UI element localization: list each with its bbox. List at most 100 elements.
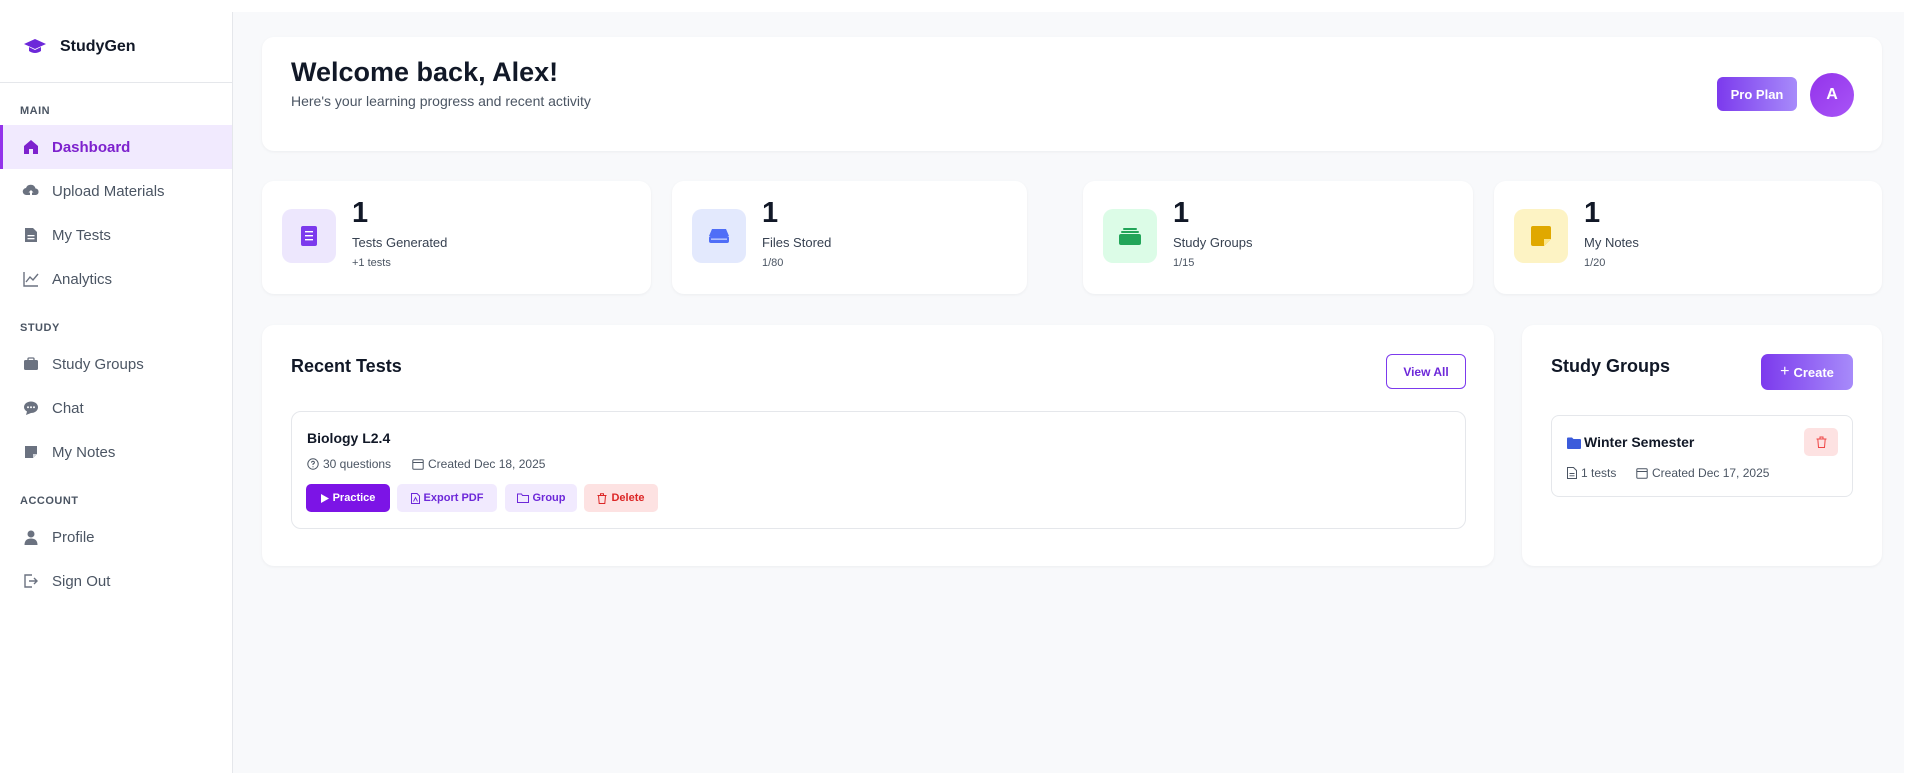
avatar[interactable]: A — [1810, 73, 1854, 117]
sidebar-section-study: STUDY Study Groups Chat My Notes — [0, 322, 232, 474]
document-icon — [22, 226, 40, 244]
group-created: Created Dec 17, 2025 — [1636, 466, 1769, 480]
group-name: Winter Semester — [1584, 434, 1695, 450]
sidebar-section-account: ACCOUNT Profile Sign Out — [0, 495, 232, 603]
stat-card-files[interactable]: 1 Files Stored 1/80 — [672, 181, 1027, 294]
create-group-label: Create — [1793, 364, 1834, 380]
stat-card-groups[interactable]: 1 Study Groups 1/15 — [1083, 181, 1473, 294]
stat-card-tests[interactable]: 1 Tests Generated +1 tests — [262, 181, 651, 294]
hard-drive-icon — [692, 209, 746, 263]
stat-sub: 1/80 — [762, 257, 784, 269]
briefcase-icon — [1103, 209, 1157, 263]
sidebar-item-label: Upload Materials — [52, 182, 165, 200]
sidebar-item-my-notes[interactable]: My Notes — [0, 430, 232, 474]
sidebar-item-label: Analytics — [52, 270, 113, 288]
export-pdf-button[interactable]: Export PDF — [397, 484, 497, 512]
sidebar-item-study-groups[interactable]: Study Groups — [0, 342, 232, 386]
test-created-text: Created Dec 18, 2025 — [428, 457, 546, 471]
stat-sub: 1/20 — [1584, 257, 1606, 269]
test-created: Created Dec 18, 2025 — [412, 457, 545, 471]
sidebar-item-label: Sign Out — [52, 572, 111, 590]
folder-icon — [1567, 436, 1581, 454]
export-pdf-button-label: Export PDF — [423, 492, 484, 504]
right-strip — [1904, 0, 1914, 773]
practice-button[interactable]: Practice — [306, 484, 390, 512]
welcome-card: Welcome back, Alex! Here's your learning… — [262, 37, 1882, 151]
trash-icon — [597, 492, 607, 504]
page-subtitle: Here's your learning progress and recent… — [291, 93, 591, 109]
sidebar-item-label: My Notes — [52, 443, 116, 461]
group-button[interactable]: Group — [505, 484, 577, 512]
briefcase-icon — [22, 355, 40, 373]
study-groups-card: Study Groups + Create Winter Semester 1 … — [1522, 325, 1882, 566]
sidebar-item-chat[interactable]: Chat — [0, 386, 232, 430]
play-icon — [320, 493, 329, 503]
sidebar-item-label: My Tests — [52, 226, 111, 244]
calendar-icon — [412, 459, 424, 470]
sign-out-icon — [22, 572, 40, 590]
delete-group-button[interactable] — [1804, 428, 1838, 456]
stat-value: 1 — [352, 197, 369, 229]
section-label-study: STUDY — [20, 322, 60, 334]
sidebar-item-analytics[interactable]: Analytics — [0, 257, 232, 301]
sticky-note-icon — [22, 443, 40, 461]
chart-line-icon — [22, 270, 40, 288]
group-created-text: Created Dec 17, 2025 — [1652, 466, 1770, 480]
sidebar-section-main: MAIN Dashboard Upload Materials My Tests… — [0, 105, 232, 301]
stat-card-notes[interactable]: 1 My Notes 1/20 — [1494, 181, 1882, 294]
sidebar-item-upload-materials[interactable]: Upload Materials — [0, 169, 232, 213]
group-tests-text: 1 tests — [1581, 466, 1617, 480]
stat-value: 1 — [762, 197, 779, 229]
chat-bubble-icon — [22, 399, 40, 417]
sidebar-item-my-tests[interactable]: My Tests — [0, 213, 232, 257]
test-questions-text: 30 questions — [323, 457, 392, 471]
pro-plan-button[interactable]: Pro Plan — [1717, 77, 1797, 111]
sidebar-item-profile[interactable]: Profile — [0, 515, 232, 559]
question-circle-icon — [307, 458, 319, 470]
user-icon — [22, 528, 40, 546]
test-list-item[interactable]: Biology L2.4 30 questions Created Dec 18… — [291, 411, 1466, 529]
sidebar-item-label: Study Groups — [52, 355, 144, 373]
cloud-upload-icon — [22, 182, 40, 200]
delete-button[interactable]: Delete — [584, 484, 658, 512]
pdf-file-icon — [410, 492, 420, 504]
folder-icon — [516, 493, 529, 503]
stat-label: Tests Generated — [352, 235, 448, 250]
recent-tests-card: Recent Tests View All Biology L2.4 30 qu… — [262, 325, 1494, 566]
brand[interactable]: StudyGen — [0, 12, 232, 83]
graduation-cap-icon — [22, 34, 48, 60]
plus-icon: + — [1780, 363, 1790, 380]
group-list-item[interactable]: Winter Semester 1 tests Created Dec 17, … — [1551, 415, 1853, 497]
study-groups-title: Study Groups — [1551, 356, 1671, 376]
document-icon — [282, 209, 336, 263]
sidebar-item-label: Chat — [52, 399, 84, 417]
sticky-note-icon — [1514, 209, 1568, 263]
sidebar-item-label: Profile — [52, 528, 95, 546]
sidebar: StudyGen MAIN Dashboard Upload Materials… — [0, 12, 233, 773]
home-icon — [22, 138, 40, 156]
top-strip — [0, 0, 1914, 12]
stat-label: Files Stored — [762, 235, 832, 250]
document-icon — [1567, 467, 1577, 479]
delete-button-label: Delete — [611, 492, 645, 504]
sidebar-item-sign-out[interactable]: Sign Out — [0, 559, 232, 603]
test-name: Biology L2.4 — [307, 430, 391, 446]
section-label-main: MAIN — [20, 105, 51, 117]
trash-icon — [1816, 436, 1826, 448]
practice-button-label: Practice — [332, 492, 376, 504]
page-title: Welcome back, Alex! — [291, 57, 559, 87]
calendar-icon — [1636, 468, 1648, 479]
stat-sub: 1/15 — [1173, 257, 1195, 269]
group-tests-count: 1 tests — [1567, 466, 1616, 480]
stat-label: Study Groups — [1173, 235, 1253, 250]
stat-value: 1 — [1173, 197, 1190, 229]
stat-label: My Notes — [1584, 235, 1639, 250]
create-group-button[interactable]: + Create — [1761, 354, 1853, 390]
sidebar-item-dashboard[interactable]: Dashboard — [0, 125, 232, 169]
recent-tests-title: Recent Tests — [291, 356, 402, 376]
group-button-label: Group — [532, 492, 566, 504]
view-all-button[interactable]: View All — [1386, 354, 1466, 389]
section-label-account: ACCOUNT — [20, 495, 79, 507]
sidebar-item-label: Dashboard — [52, 138, 131, 156]
brand-name: StudyGen — [60, 38, 136, 55]
